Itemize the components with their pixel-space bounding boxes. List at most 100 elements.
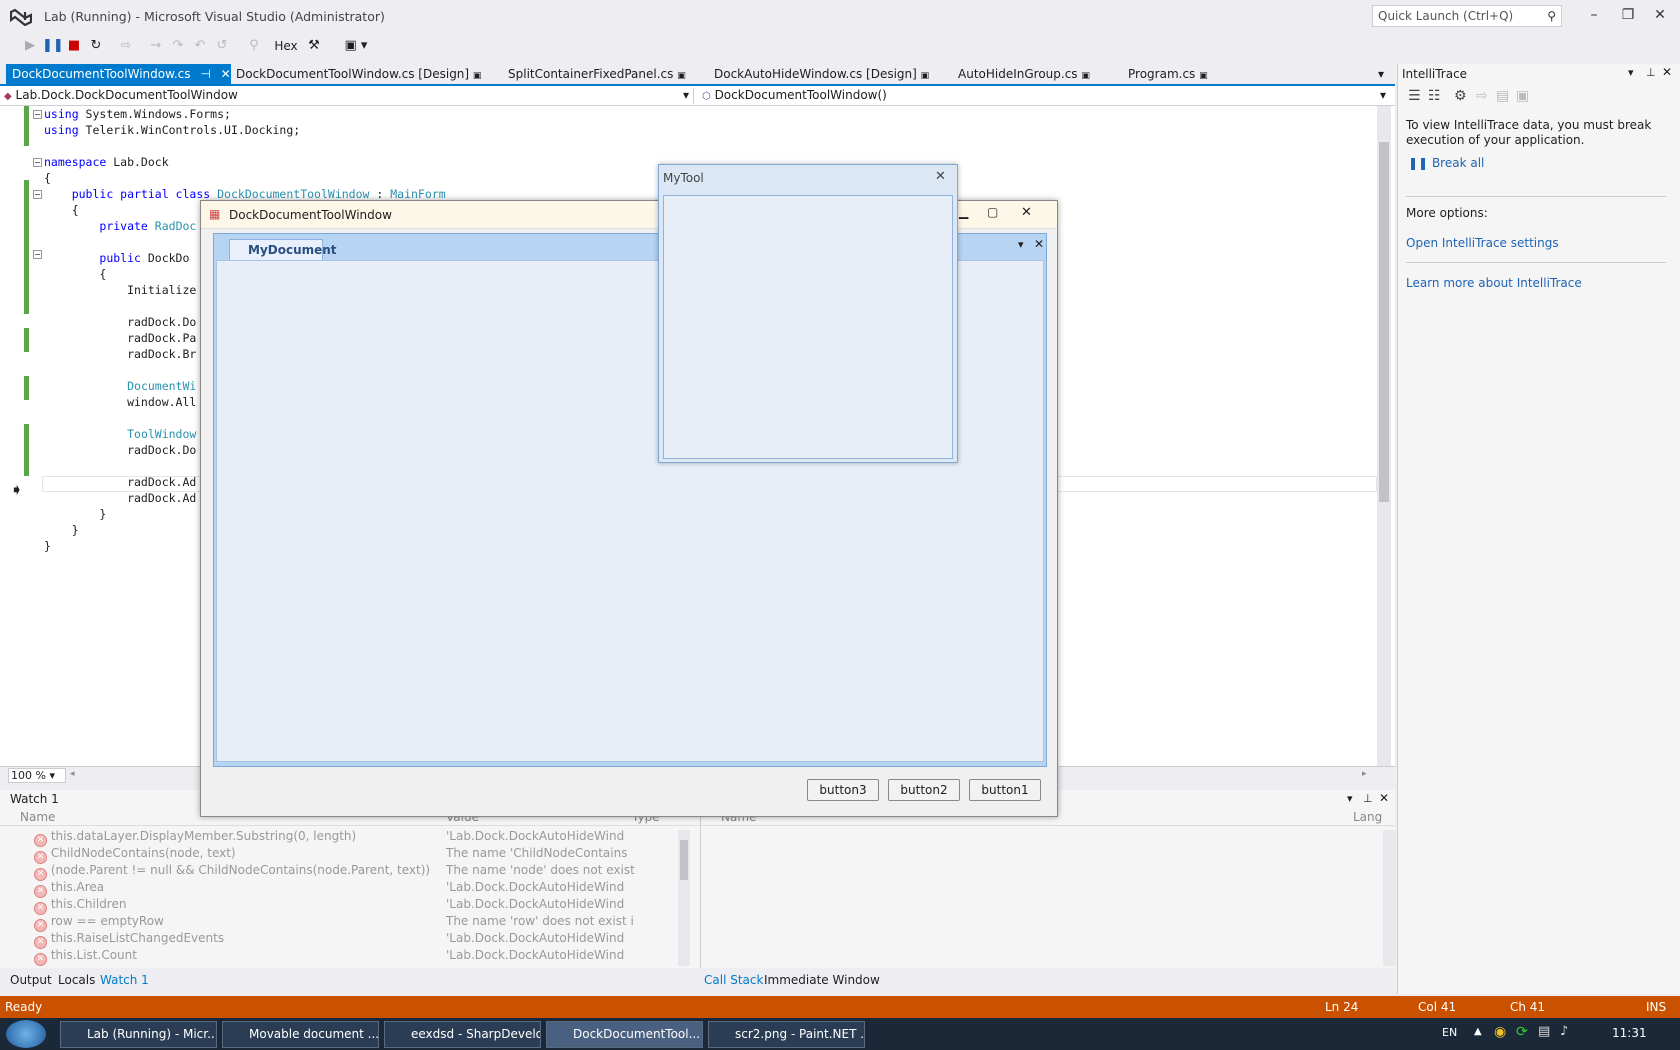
button2[interactable]: button2 (888, 779, 960, 801)
taskbar-item-chrome[interactable]: Movable document ... (222, 1021, 379, 1048)
mytool-close-icon[interactable]: ✕ (935, 169, 946, 184)
quick-launch-input[interactable]: Quick Launch (Ctrl+Q) ⚲ (1372, 5, 1562, 27)
tab-program-cs[interactable]: Program.cs ▣ (1122, 64, 1214, 84)
col-name[interactable]: Name (20, 810, 55, 824)
watch-vertical-scrollbar[interactable] (678, 830, 690, 966)
log-icon[interactable]: ▤ (1496, 88, 1509, 104)
taskbar-item-dockdocumenttoolwindow[interactable]: DockDocumentTool... (546, 1021, 703, 1048)
tab-watch-1[interactable]: Watch 1 (100, 973, 149, 987)
panel-dropdown-icon[interactable]: ▾ (1628, 66, 1634, 79)
type-dropdown[interactable]: ◆ Lab.Dock.DockDocumentToolWindow ▾ (4, 88, 694, 104)
open-intellitrace-settings-link[interactable]: Open IntelliTrace settings (1406, 236, 1559, 250)
step-into-icon[interactable]: → (146, 37, 166, 55)
callstack-vertical-scrollbar[interactable] (1383, 830, 1395, 966)
scrollbar-thumb[interactable] (1379, 142, 1389, 502)
tray-expand-icon[interactable]: ▲ (1474, 1026, 1482, 1037)
exception-settings-icon[interactable]: ⚒ (304, 37, 324, 55)
mytool-body[interactable] (663, 195, 953, 459)
member-dropdown[interactable]: ⬡ DockDocumentToolWindow() ▾ (702, 88, 1390, 104)
tab-splitcontainerfixedpanel[interactable]: SplitContainerFixedPanel.cs ▣ (502, 64, 692, 84)
tab-immediate-window[interactable]: Immediate Window (764, 973, 880, 987)
calls-view-icon[interactable]: ☷ (1428, 88, 1441, 104)
scrollbar-thumb[interactable] (680, 840, 688, 880)
table-row[interactable]: ✕ this.dataLayer.DisplayMember.Substring… (0, 828, 690, 847)
form-minimize-button[interactable]: ▁ (959, 205, 968, 219)
table-row[interactable]: ✕ ChildNodeContains(node, text) The name … (0, 845, 690, 864)
watch-title: Watch 1 (10, 792, 59, 806)
pin-icon[interactable]: ⊣ (200, 67, 210, 81)
step-out-icon[interactable]: ↶ (190, 37, 210, 55)
table-row[interactable]: ✕ this.Area 'Lab.Dock.DockAutoHideWind (0, 879, 690, 898)
editor-vertical-scrollbar[interactable] (1377, 106, 1391, 766)
status-ready: Ready (5, 1000, 43, 1014)
save-icon[interactable]: ▣ (1516, 88, 1529, 104)
form-close-button[interactable]: ✕ (1021, 205, 1032, 220)
button3[interactable]: button3 (807, 779, 879, 801)
taskbar-item-sharpdevelop[interactable]: eexdsd - SharpDevelop (384, 1021, 541, 1048)
quick-launch-placeholder: Quick Launch (Ctrl+Q) (1378, 9, 1514, 23)
continue-icon[interactable]: ▶ (20, 37, 40, 55)
find-icon[interactable]: ⚲ (244, 37, 264, 55)
panel-close-icon[interactable]: ✕ (1662, 65, 1672, 79)
panel-dropdown-icon[interactable]: ▾ (1347, 792, 1353, 805)
minimize-button[interactable]: – (1580, 4, 1608, 26)
restore-button[interactable]: ❐ (1614, 4, 1642, 26)
collapse-icon[interactable]: − (33, 158, 42, 167)
table-row[interactable]: ✕ row == emptyRow The name 'row' does not… (0, 913, 690, 932)
mytool-title[interactable]: MyTool (663, 171, 704, 185)
button1[interactable]: button1 (969, 779, 1041, 801)
watch-name: this.Area (50, 880, 105, 894)
col-lang[interactable]: Lang (1353, 810, 1382, 824)
show-next-statement-icon[interactable]: ⇨ (116, 37, 136, 55)
table-row[interactable]: ✕ (node.Parent != null && ChildNodeConta… (0, 862, 690, 881)
table-row[interactable]: ✕ this.Children 'Lab.Dock.DockAutoHideWin… (0, 896, 690, 915)
pause-icon[interactable]: ❚❚ (42, 37, 64, 55)
tab-mydocument[interactable]: MyDocument (229, 239, 337, 261)
taskbar-item-visual-studio[interactable]: Lab (Running) - Micr... (60, 1021, 217, 1048)
open-icon[interactable]: ⇨ (1476, 88, 1488, 104)
sync-icon[interactable]: ⟳ (1516, 1024, 1528, 1040)
events-view-icon[interactable]: ☰ (1408, 88, 1421, 104)
table-row[interactable]: ✕ this.RaiseListChangedEvents 'Lab.Dock.D… (0, 930, 690, 949)
stop-icon[interactable]: ■ (64, 37, 84, 55)
form-maximize-button[interactable]: ▢ (987, 205, 998, 219)
scroll-right-icon[interactable]: ▸ (1362, 769, 1367, 779)
stack-frame-dropdown-icon[interactable]: ▣ ▾ (336, 37, 376, 55)
start-button-icon[interactable] (6, 1020, 46, 1048)
learn-more-intellitrace-link[interactable]: Learn more about IntelliTrace (1406, 276, 1582, 290)
document-close-icon[interactable]: ✕ (1034, 237, 1044, 251)
network-icon[interactable]: ▤ (1538, 1024, 1550, 1039)
tab-dockdocumenttoolwindow-design[interactable]: DockDocumentToolWindow.cs [Design] ▣ (230, 64, 487, 84)
step-over-icon[interactable]: ↷ (168, 37, 188, 55)
panel-close-icon[interactable]: ✕ (1379, 791, 1389, 805)
intellitrace-panel: IntelliTrace ▾ ⊥ ✕ ☰ ☷ ⚙ ⇨ ▤ ▣ To view I… (1397, 64, 1680, 994)
scroll-left-icon[interactable]: ◂ (70, 769, 75, 779)
language-indicator[interactable]: EN (1442, 1026, 1457, 1039)
close-button[interactable]: ✕ (1646, 4, 1674, 26)
restart-icon[interactable]: ↻ (86, 37, 106, 55)
collapse-icon[interactable]: − (33, 110, 42, 119)
more-options-label: More options: (1406, 206, 1488, 220)
tab-locals[interactable]: Locals (58, 973, 95, 987)
zoom-dropdown[interactable]: 100 % ▾ (8, 768, 66, 783)
collapse-icon[interactable]: − (33, 250, 42, 259)
hex-button[interactable]: Hex (272, 37, 300, 55)
document-list-dropdown-icon[interactable]: ▾ (1018, 238, 1024, 251)
tab-dockdocumenttoolwindow-cs[interactable]: DockDocumentToolWindow.cs ⊣ ✕ (6, 64, 231, 84)
tab-call-stack[interactable]: Call Stack (704, 973, 763, 987)
tab-autohideingroup[interactable]: AutoHideInGroup.cs ▣ (952, 64, 1096, 84)
volume-icon[interactable]: ♪ (1560, 1024, 1568, 1039)
pin-icon[interactable]: ⊥ (1646, 66, 1656, 79)
pin-icon[interactable]: ⊥ (1363, 792, 1373, 805)
redo-icon[interactable]: ↺ (212, 37, 232, 55)
collapse-icon[interactable]: − (33, 190, 42, 199)
tab-output[interactable]: Output (10, 973, 52, 987)
tab-overflow-dropdown-icon[interactable]: ▾ (1372, 64, 1390, 84)
taskbar-item-paint-net[interactable]: scr2.png - Paint.NET ... (708, 1021, 865, 1048)
tab-dockautohidewindow-design[interactable]: DockAutoHideWindow.cs [Design] ▣ (708, 64, 935, 84)
clock[interactable]: 11:31 (1612, 1026, 1647, 1040)
tray-app-icon[interactable]: ◉ (1494, 1024, 1506, 1040)
table-row[interactable]: ✕ this.List.Count 'Lab.Dock.DockAutoHideW… (0, 947, 690, 966)
break-all-link[interactable]: ❚❚ Break all (1408, 156, 1484, 170)
settings-gear-icon[interactable]: ⚙ (1454, 88, 1467, 104)
